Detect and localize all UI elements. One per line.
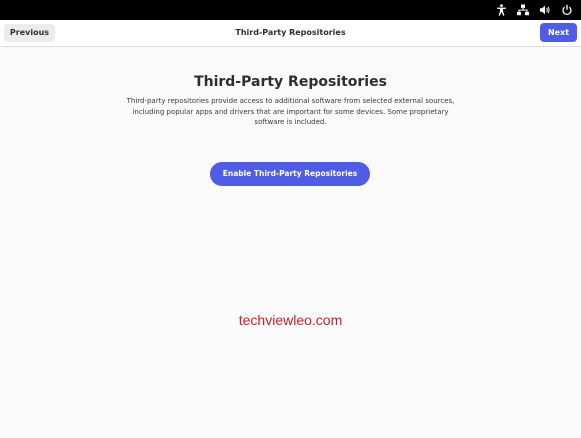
next-button[interactable]: Next: [540, 23, 577, 42]
top-bar: [0, 0, 581, 20]
system-tray[interactable]: [495, 0, 573, 20]
enable-repositories-button[interactable]: Enable Third-Party Repositories: [210, 162, 370, 186]
volume-icon[interactable]: [539, 4, 551, 16]
page-title: Third-Party Repositories: [194, 74, 387, 90]
accessibility-icon[interactable]: [495, 4, 507, 16]
watermark-text: techviewleo.com: [238, 312, 343, 328]
network-icon[interactable]: [517, 4, 529, 16]
header-title: Third-Party Repositories: [235, 28, 346, 37]
power-icon[interactable]: [561, 4, 573, 16]
previous-button[interactable]: Previous: [4, 24, 55, 42]
page-description: Third-party repositories provide access …: [126, 97, 455, 126]
header-bar: Previous Third-Party Repositories Next: [0, 20, 581, 47]
